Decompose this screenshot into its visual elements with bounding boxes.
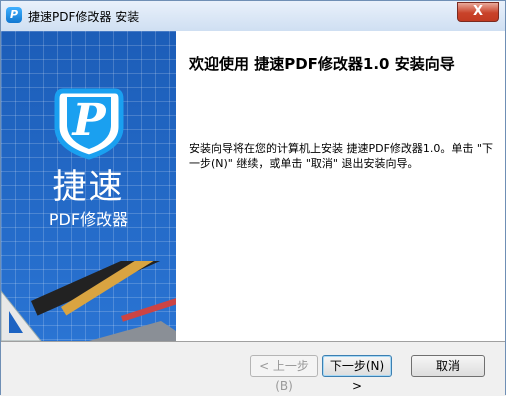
sidebar-banner: P 捷速 PDF修改器: [1, 31, 176, 341]
title-bar[interactable]: P 捷速PDF修改器 安装 X: [1, 1, 505, 32]
window-title: 捷速PDF修改器 安装: [28, 10, 140, 24]
brand-name: 捷速: [52, 167, 125, 207]
welcome-description: 安装向导将在您的计算机上安装 捷速PDF修改器1.0。单击 "下一步(N)" 继…: [189, 142, 493, 170]
next-button[interactable]: 下一步(N) >: [322, 355, 392, 393]
drafting-tools-icon: [1, 261, 176, 341]
close-button[interactable]: X: [457, 2, 499, 22]
app-icon: P: [6, 7, 22, 23]
pdf-logo-icon: P: [54, 88, 124, 160]
cancel-button[interactable]: 取消: [411, 355, 485, 377]
button-bar: < 上一步(B) 下一步(N) > 取消: [1, 341, 505, 395]
wizard-content: P 捷速 PDF修改器 欢迎使用 捷速PDF修改器1.0 安装向导 安装向导将在…: [1, 31, 505, 341]
brand-subtitle: PDF修改器: [48, 210, 129, 229]
logo-letter: P: [70, 95, 107, 146]
installer-window: P 捷速PDF修改器 安装 X P 捷速 PDF修改器 欢迎使用 捷速PDF修改…: [0, 0, 506, 395]
back-button[interactable]: < 上一步(B): [250, 355, 318, 393]
page-title: 欢迎使用 捷速PDF修改器1.0 安装向导: [189, 55, 455, 73]
